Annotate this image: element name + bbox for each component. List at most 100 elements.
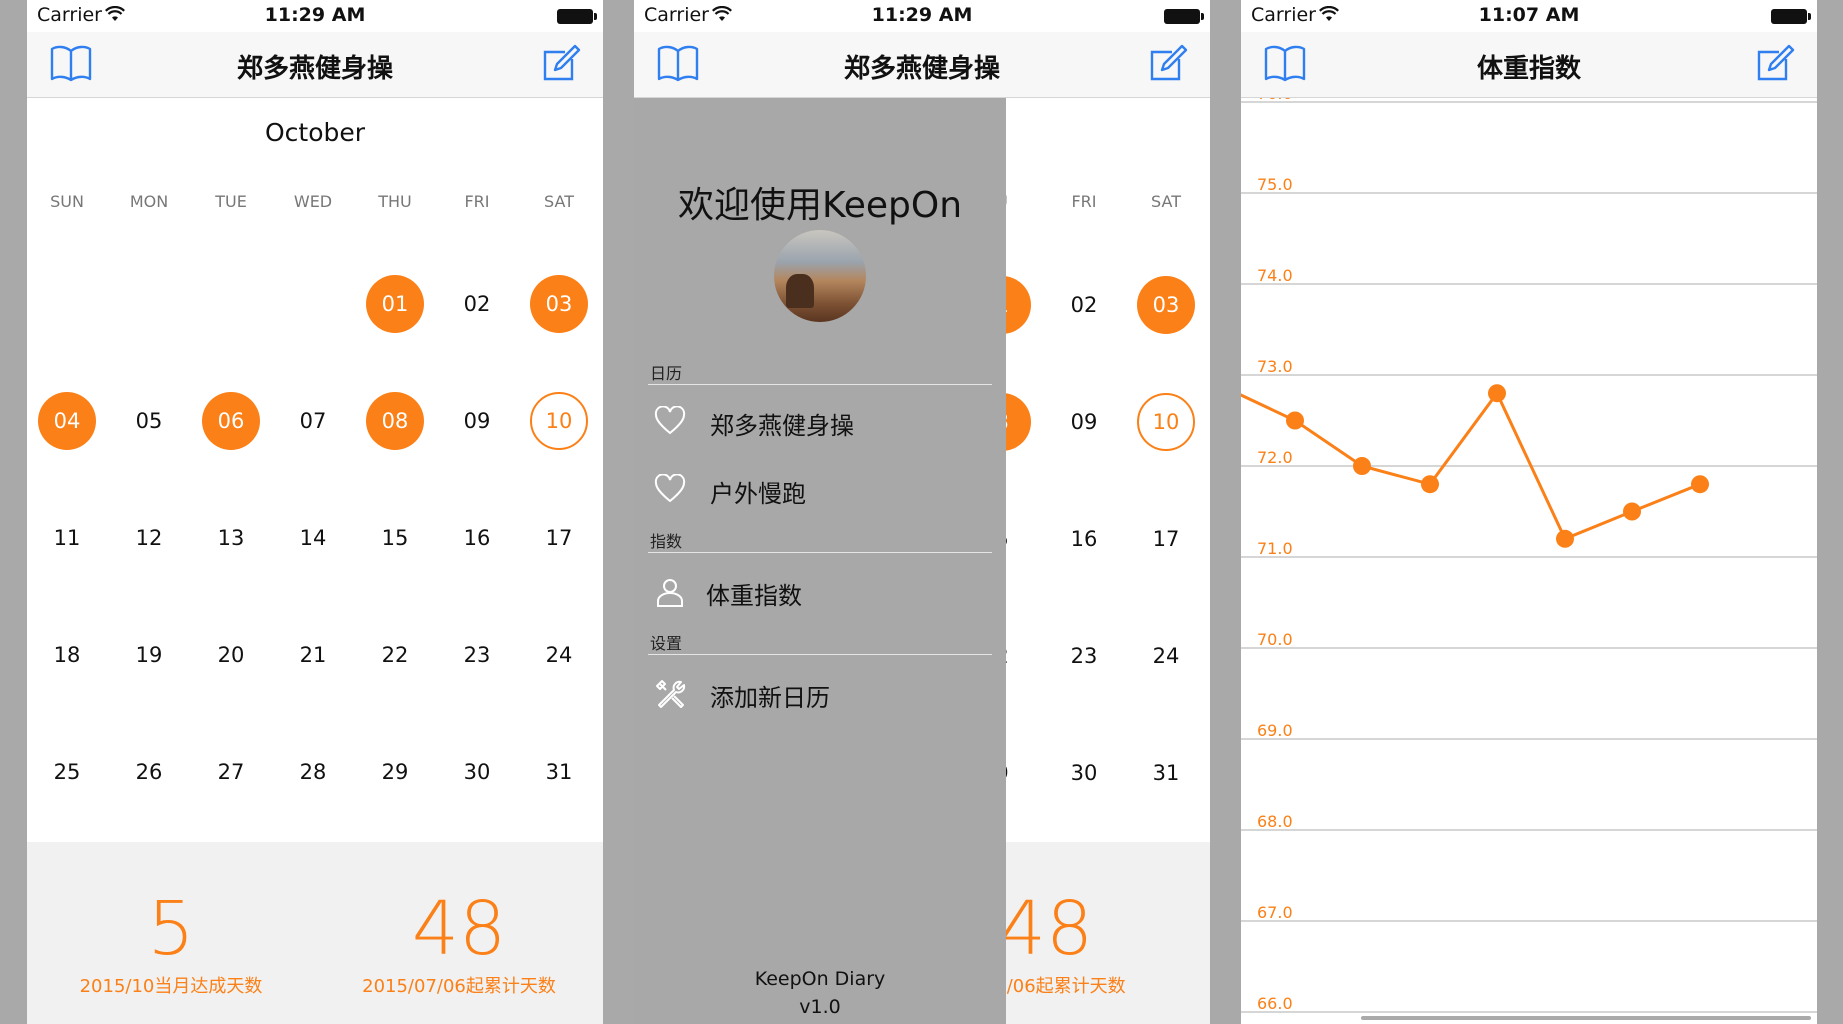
calendar-day[interactable]: 14 xyxy=(284,509,342,567)
calendar-day[interactable]: 26 xyxy=(120,743,178,801)
calendar-day[interactable]: 07 xyxy=(284,392,342,450)
calendar-day[interactable]: 04 xyxy=(38,392,96,450)
calendar-day[interactable]: 22 xyxy=(366,626,424,684)
y-tick-label: 72.0 xyxy=(1257,448,1293,467)
drawer-item-jogging[interactable]: 户外慢跑 xyxy=(654,470,984,510)
avatar[interactable] xyxy=(774,230,866,322)
weekday-label: TUE xyxy=(215,192,247,211)
drawer-section-calendar: 日历 xyxy=(650,364,683,383)
calendar-day[interactable]: 08 xyxy=(366,392,424,450)
calendar-day[interactable]: 27 xyxy=(202,743,260,801)
y-tick-label: 75.0 xyxy=(1257,175,1293,194)
drawer-item-label: 体重指数 xyxy=(706,582,802,610)
app-version: v1.0 xyxy=(799,996,841,1018)
calendar-day[interactable]: 17 xyxy=(1137,510,1195,568)
weekday-label: FRI xyxy=(1071,192,1097,211)
weekday-label: FRI xyxy=(464,192,490,211)
divider xyxy=(648,654,992,655)
calendar-day[interactable]: 03 xyxy=(530,275,588,333)
drawer-item-aerobics[interactable]: 郑多燕健身操 xyxy=(654,402,984,442)
calendar-day[interactable]: 13 xyxy=(202,509,260,567)
drawer-item-label: 户外慢跑 xyxy=(710,480,806,508)
weight-line-chart: 76.0 75.0 74.0 73.0 72.0 71.0 70.0 69.0 68.0 67.0… xyxy=(1241,98,1817,1013)
calendar-day[interactable]: 29 xyxy=(366,743,424,801)
calendar-day[interactable]: 31 xyxy=(530,743,588,801)
calendar-day[interactable]: 09 xyxy=(1055,393,1113,451)
drawer-section-settings: 设置 xyxy=(650,634,683,653)
data-point[interactable] xyxy=(1556,529,1574,548)
calendar-day[interactable]: 30 xyxy=(1055,744,1113,802)
drawer-screen: Carrier 11:29 AM 郑多燕健身操 UFRISAT102038091… xyxy=(634,0,1210,1024)
calendar-day[interactable]: 23 xyxy=(448,626,506,684)
weekday-label: SAT xyxy=(1151,192,1181,211)
page-title: 郑多燕健身操 xyxy=(236,54,393,84)
calendar-day[interactable]: 11 xyxy=(38,509,96,567)
calendar-day[interactable]: 15 xyxy=(366,509,424,567)
data-point[interactable] xyxy=(1353,457,1371,475)
weekday-label: THU xyxy=(378,192,412,211)
heart-icon xyxy=(654,473,686,508)
calendar-day[interactable]: 03 xyxy=(1137,276,1195,334)
calendar-day[interactable]: 10 xyxy=(1137,393,1195,451)
drawer-item-weight-index[interactable]: 体重指数 xyxy=(654,572,984,612)
compose-icon[interactable] xyxy=(1148,43,1188,87)
calendar-day[interactable]: 21 xyxy=(284,626,342,684)
drawer-item-add-calendar[interactable]: 添加新日历 xyxy=(654,674,984,714)
status-bar: Carrier 11:07 AM xyxy=(1241,0,1817,32)
status-time: 11:29 AM xyxy=(871,4,973,26)
calendar-day[interactable]: 18 xyxy=(38,626,96,684)
calendar-day[interactable]: 23 xyxy=(1055,627,1113,685)
calendar-day[interactable]: 17 xyxy=(530,509,588,567)
calendar-day[interactable]: 25 xyxy=(38,743,96,801)
month-days-value: 5 xyxy=(147,886,195,972)
data-point[interactable] xyxy=(1488,384,1506,403)
y-tick-label: 68.0 xyxy=(1257,812,1293,831)
y-tick-label: 66.0 xyxy=(1257,994,1293,1013)
calendar-day[interactable]: 05 xyxy=(120,392,178,450)
calendar-day[interactable]: 30 xyxy=(448,743,506,801)
weight-chart[interactable]: 76.0 75.0 74.0 73.0 72.0 71.0 70.0 69.0 68.0 67.0… xyxy=(1241,98,1817,1024)
divider xyxy=(648,552,992,553)
calendar-day[interactable]: 01 xyxy=(366,275,424,333)
y-tick-label: 69.0 xyxy=(1257,721,1293,740)
y-tick-label: 73.0 xyxy=(1257,357,1293,376)
data-point[interactable] xyxy=(1421,475,1439,494)
calendar-day[interactable]: 24 xyxy=(1137,627,1195,685)
calendar-day[interactable]: 02 xyxy=(1055,276,1113,334)
status-bar: Carrier 11:29 AM xyxy=(634,0,1210,32)
battery-icon xyxy=(557,9,597,24)
weekday-label: SUN xyxy=(50,192,84,211)
compose-icon[interactable] xyxy=(541,43,581,87)
calendar-day[interactable]: 19 xyxy=(120,626,178,684)
compose-icon[interactable] xyxy=(1755,43,1795,87)
data-point[interactable] xyxy=(1623,502,1641,521)
nav-bar: 体重指数 xyxy=(1241,32,1817,98)
calendar-day[interactable]: 24 xyxy=(530,626,588,684)
tools-icon xyxy=(654,678,686,714)
drawer-item-label: 添加新日历 xyxy=(710,684,830,712)
horizontal-scrollbar[interactable] xyxy=(1361,1016,1811,1020)
status-bar: Carrier 11:29 AM xyxy=(27,0,603,32)
calendar-day[interactable]: 16 xyxy=(448,509,506,567)
stats-panel: 5 48 2015/10当月达成天数 2015/07/06起累计天数 xyxy=(27,842,603,1024)
calendar-day[interactable]: 31 xyxy=(1137,744,1195,802)
y-tick-label: 76.0 xyxy=(1257,98,1293,103)
weekday-label: SAT xyxy=(544,192,574,211)
app-name: KeepOn Diary xyxy=(754,968,886,990)
data-point[interactable] xyxy=(1691,475,1709,494)
status-time: 11:29 AM xyxy=(264,4,366,26)
calendar-day[interactable]: 16 xyxy=(1055,510,1113,568)
drawer-item-label: 郑多燕健身操 xyxy=(710,412,854,440)
calendar-day[interactable]: 12 xyxy=(120,509,178,567)
calendar-day[interactable]: 06 xyxy=(202,392,260,450)
calendar-day[interactable]: 28 xyxy=(284,743,342,801)
month-days-label: 2015/10当月达成天数 xyxy=(79,976,263,997)
calendar-day[interactable]: 10 xyxy=(530,392,588,450)
weekday-label: MON xyxy=(129,192,169,211)
data-point[interactable] xyxy=(1286,411,1304,430)
weekday-label: WED xyxy=(293,192,333,211)
calendar-day[interactable]: 20 xyxy=(202,626,260,684)
total-days-value: 48 xyxy=(411,886,507,972)
calendar-day[interactable]: 09 xyxy=(448,392,506,450)
calendar-day[interactable]: 02 xyxy=(448,275,506,333)
